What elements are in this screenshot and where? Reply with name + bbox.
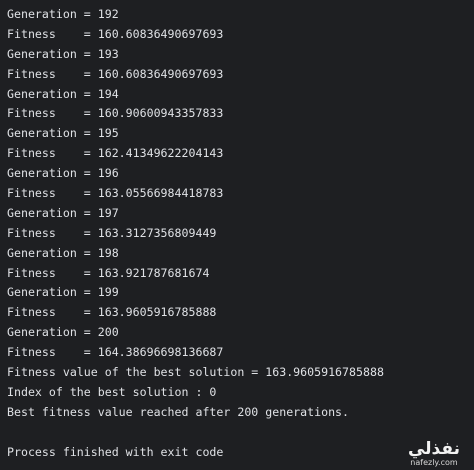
output-line: Fitness value of the best solution = 163… xyxy=(7,365,384,380)
output-line: Generation = 196 xyxy=(7,166,119,181)
output-line: Fitness = 162.41349622204143 xyxy=(7,146,224,161)
output-line: Fitness = 163.05566984418783 xyxy=(7,186,224,201)
output-line: Generation = 200 xyxy=(7,325,119,340)
output-line: Fitness = 160.60836490697693 xyxy=(7,26,224,41)
output-line: Generation = 199 xyxy=(7,285,119,300)
output-line: Index of the best solution : 0 xyxy=(7,384,217,399)
output-line: Fitness = 163.9605916785888 xyxy=(7,305,217,320)
console-output: Generation = 192 Fitness = 160.608364906… xyxy=(0,0,474,470)
exit-status-line: Process finished with exit code xyxy=(7,444,224,459)
output-line: Generation = 193 xyxy=(7,46,119,61)
output-line: Fitness = 163.3127356809449 xyxy=(7,225,217,240)
output-line: Generation = 192 xyxy=(7,7,119,21)
output-line: Fitness = 160.60836490697693 xyxy=(7,66,224,81)
output-line: Best fitness value reached after 200 gen… xyxy=(7,404,350,419)
output-line: Generation = 195 xyxy=(7,126,119,141)
output-line: Fitness = 160.90600943357833 xyxy=(7,106,224,121)
output-line: Generation = 198 xyxy=(7,245,119,260)
watermark-logo: نفذلي nafezly.com xyxy=(408,440,460,467)
watermark-latin-text: nafezly.com xyxy=(410,458,458,467)
watermark-arabic-text: نفذلي xyxy=(407,439,460,459)
output-line: Generation = 194 xyxy=(7,86,119,101)
output-line: Fitness = 163.921787681674 xyxy=(7,265,210,280)
output-line: Fitness = 164.38696698136687 xyxy=(7,345,224,360)
output-line: Generation = 197 xyxy=(7,205,119,220)
